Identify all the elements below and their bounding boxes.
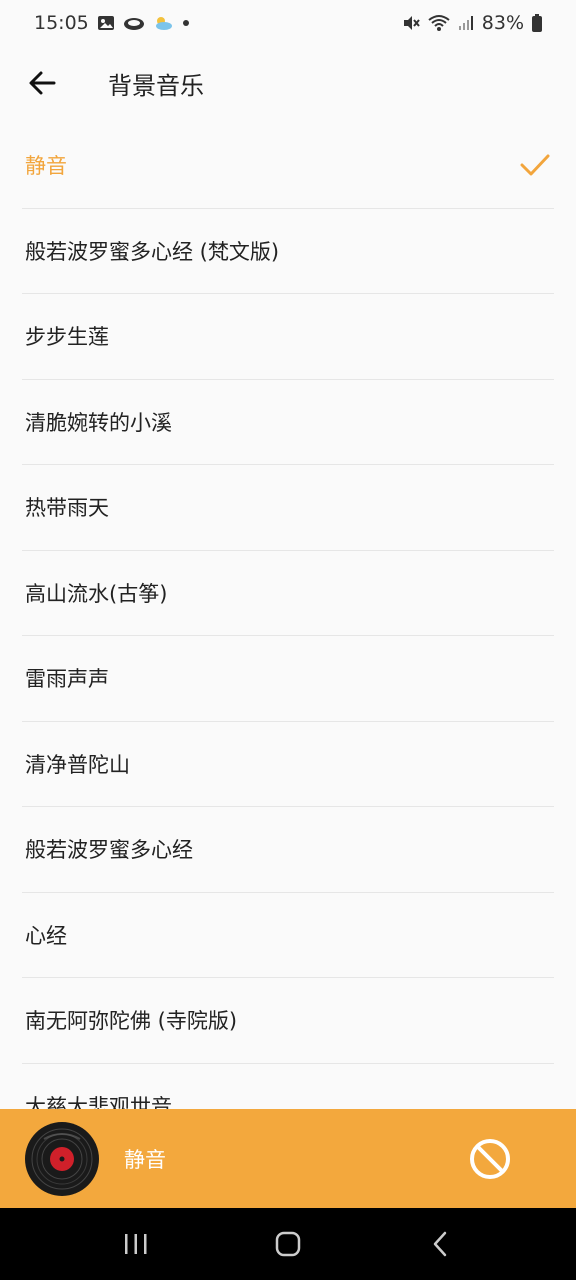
home-button[interactable]	[258, 1219, 318, 1269]
music-item[interactable]: 清净普陀山	[22, 722, 554, 807]
checkmark-icon	[520, 153, 550, 177]
back-button[interactable]	[18, 59, 66, 107]
status-left: 15:05	[34, 12, 191, 34]
mute-button[interactable]	[466, 1135, 514, 1183]
screen: 15:05 83% 背景音乐 静音 般若波罗蜜多心经 (梵文版) 步步生莲 清脆…	[0, 0, 576, 1280]
music-item-label: 清脆婉转的小溪	[25, 410, 172, 435]
music-item[interactable]: 般若波罗蜜多心经 (梵文版)	[22, 209, 554, 294]
music-item[interactable]: 热带雨天	[22, 465, 554, 551]
music-item[interactable]: 步步生莲	[22, 294, 554, 380]
music-item[interactable]: 南无阿弥陀佛 (寺院版)	[22, 978, 554, 1064]
battery-percent: 83%	[481, 12, 524, 34]
music-item-label: 静音	[25, 154, 67, 179]
prohibited-icon	[470, 1138, 510, 1179]
music-item-label: 般若波罗蜜多心经	[25, 838, 193, 863]
status-bar: 15:05 83%	[0, 0, 576, 46]
music-item-label: 大慈大悲观世音	[25, 1094, 172, 1109]
music-item-mute[interactable]: 静音	[22, 123, 554, 209]
arrow-left-icon	[29, 71, 56, 95]
page-title: 背景音乐	[108, 71, 204, 100]
music-item-label: 高山流水(古筝)	[25, 581, 168, 606]
gallery-notification-icon	[97, 15, 115, 31]
music-item-label: 雷雨声声	[25, 667, 109, 692]
player-current-track: 静音	[124, 1147, 166, 1172]
music-item[interactable]: 高山流水(古筝)	[22, 551, 554, 636]
mute-volume-icon	[402, 14, 420, 32]
music-item[interactable]: 般若波罗蜜多心经	[22, 807, 554, 893]
music-item-label: 南无阿弥陀佛 (寺院版)	[25, 1009, 238, 1034]
back-nav-button[interactable]	[410, 1219, 470, 1269]
recent-apps-button[interactable]	[106, 1219, 166, 1269]
weather-notification-icon	[153, 15, 173, 31]
status-time: 15:05	[34, 12, 89, 34]
system-nav-bar	[0, 1208, 576, 1280]
recent-apps-icon	[125, 1234, 147, 1254]
music-item[interactable]: 心经	[22, 893, 554, 978]
chevron-left-icon	[433, 1231, 447, 1257]
music-item-label: 心经	[25, 923, 67, 948]
music-item-label: 热带雨天	[25, 496, 109, 521]
battery-icon	[532, 14, 542, 32]
wifi-icon	[428, 14, 450, 32]
music-item[interactable]: 清脆婉转的小溪	[22, 380, 554, 465]
music-item-label: 般若波罗蜜多心经 (梵文版)	[25, 239, 280, 264]
music-list: 静音 般若波罗蜜多心经 (梵文版) 步步生莲 清脆婉转的小溪 热带雨天 高山流水…	[0, 123, 576, 1109]
cloud-notification-icon	[123, 15, 145, 31]
header: 背景音乐	[0, 50, 576, 116]
signal-icon	[458, 15, 474, 31]
vinyl-record-icon[interactable]	[24, 1121, 100, 1197]
music-item[interactable]: 大慈大悲观世音	[22, 1064, 554, 1109]
music-item[interactable]: 雷雨声声	[22, 636, 554, 722]
status-right: 83%	[402, 12, 542, 34]
music-item-label: 步步生莲	[25, 325, 109, 350]
more-notifications-dot-icon	[181, 18, 191, 28]
home-icon	[275, 1231, 301, 1257]
player-bar: 静音	[0, 1109, 576, 1208]
music-item-label: 清净普陀山	[25, 752, 130, 777]
